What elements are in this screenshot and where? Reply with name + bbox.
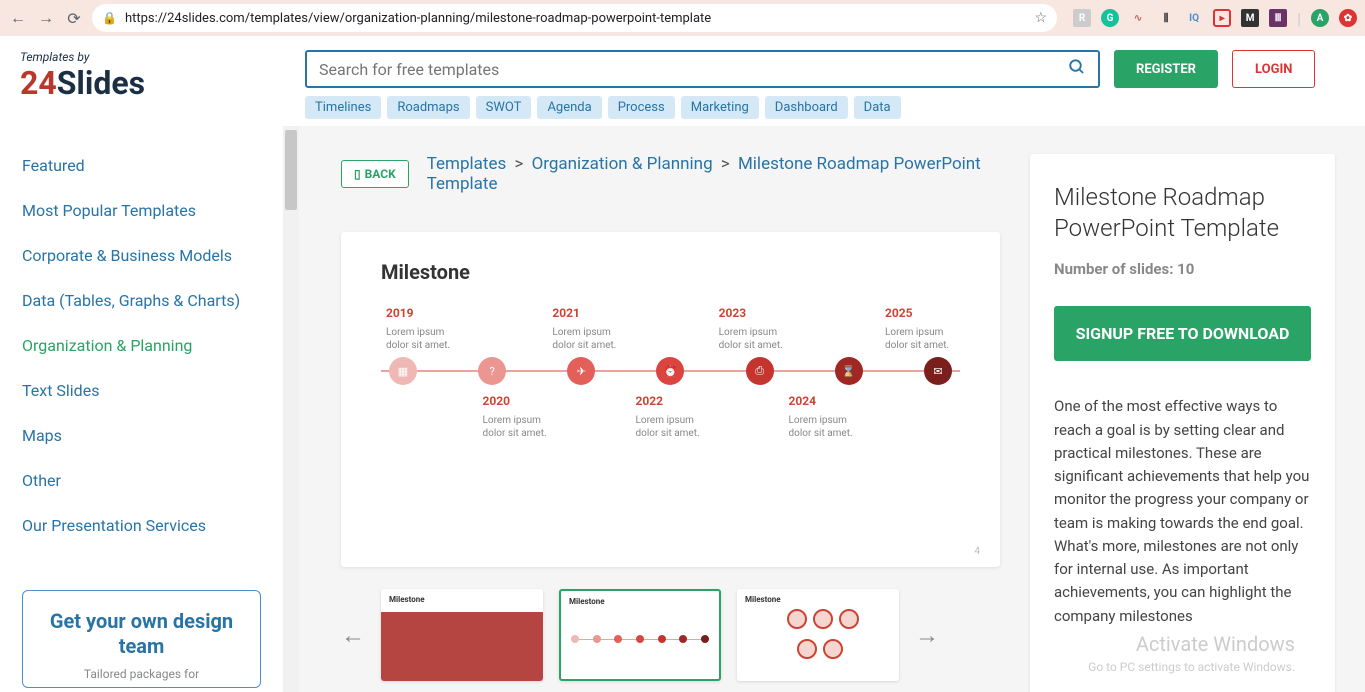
back-nav-icon[interactable]: ← [8,8,28,28]
timeline-item: 2019Lorem ipsum dolor sit amet. [386,306,456,352]
main-content: ▯BACK Templates > Organization & Plannin… [299,126,1365,692]
page-content: Templates by 24Slides REGISTER LOGIN Tim… [0,36,1365,692]
timeline-dot-icon: ✈ [567,357,595,385]
timeline-line: ▦?✈⏰⎙⌛✉ [381,370,960,372]
profile-icon[interactable]: A [1311,9,1329,27]
star-icon[interactable]: ☆ [1035,10,1048,26]
search-icon[interactable] [1068,58,1086,81]
back-button[interactable]: ▯BACK [341,160,409,188]
tag-timelines[interactable]: Timelines [305,96,381,119]
ext-icon[interactable]: ▸ [1213,9,1231,27]
tag-swot[interactable]: SWOT [476,96,532,119]
tag-agenda[interactable]: Agenda [537,96,601,119]
timeline-dot-icon: ⌛ [835,357,863,385]
crumb-templates[interactable]: Templates [427,154,507,174]
timeline-dot-icon: ? [478,357,506,385]
timeline-item: 2022Lorem ipsum dolor sit amet. [636,394,706,440]
breadcrumb-row: ▯BACK Templates > Organization & Plannin… [341,154,1000,194]
back-icon: ▯ [354,167,361,181]
logo[interactable]: Templates by 24Slides [20,50,285,102]
template-title: Milestone Roadmap PowerPoint Template [1054,182,1311,244]
sidebar-item-popular[interactable]: Most Popular Templates [22,201,261,220]
timeline-dot-icon: ✉ [924,357,952,385]
grammarly-icon[interactable]: G [1101,9,1119,27]
sidebar-item-data[interactable]: Data (Tables, Graphs & Charts) [22,291,261,310]
browser-toolbar: ← → ⟳ 🔒 https://24slides.com/templates/v… [0,0,1365,36]
windows-watermark: Activate Windows [1136,632,1295,656]
scroll-thumb[interactable] [285,130,297,210]
reload-icon[interactable]: ⟳ [64,8,84,28]
ext-icon[interactable]: Ⅲ [1269,9,1287,27]
tag-roadmaps[interactable]: Roadmaps [387,96,469,119]
timeline-bottom-row: 2020Lorem ipsum dolor sit amet. 2022Lore… [381,394,960,440]
settings-ext-icon[interactable]: ⫼ [1157,9,1175,27]
signup-download-button[interactable]: SIGNUP FREE TO DOWNLOAD [1054,306,1311,361]
crumb-sep: > [721,154,730,174]
tag-row: Timelines Roadmaps SWOT Agenda Process M… [305,96,1345,119]
login-button[interactable]: LOGIN [1232,50,1315,88]
timeline-dot-icon: ⏰ [656,357,684,385]
timeline-item: 2025Lorem ipsum dolor sit amet. [885,306,955,352]
register-button[interactable]: REGISTER [1114,50,1218,88]
thumbnail-active[interactable]: Milestone [559,589,721,681]
timeline-top-row: 2019Lorem ipsum dolor sit amet. 2021Lore… [381,306,960,352]
thumbnail[interactable]: Milestone [381,589,543,681]
template-description: One of the most effective ways to reach … [1054,395,1311,628]
details-panel: Milestone Roadmap PowerPoint Template Nu… [1030,154,1335,692]
site-header: Templates by 24Slides REGISTER LOGIN Tim… [0,36,1365,126]
url-text: https://24slides.com/templates/view/orga… [125,11,1027,26]
timeline-item: 2020Lorem ipsum dolor sit amet. [483,394,553,440]
separator: | [1297,9,1301,28]
crumb-sep: > [514,154,523,174]
promo-title: Get your own design team [35,609,248,659]
thumbnail-row: ← Milestone Milestone Milestone → [341,589,1000,681]
tag-process[interactable]: Process [608,96,675,119]
timeline-item: 2023Lorem ipsum dolor sit amet. [719,306,789,352]
slide-count: Number of slides: 10 [1054,260,1311,278]
sidebar-item-organization[interactable]: Organization & Planning [22,336,261,355]
sidebar-item-services[interactable]: Our Presentation Services [22,516,261,535]
ext-icon[interactable]: R [1073,9,1091,27]
crumb-category[interactable]: Organization & Planning [532,154,713,174]
search-box[interactable] [305,50,1100,88]
windows-watermark-sub: Go to PC settings to activate Windows. [1088,660,1295,674]
logo-main: 24Slides [20,64,285,102]
lock-icon: 🔒 [102,11,117,25]
thumbnail[interactable]: Milestone [737,589,899,681]
slide-title: Milestone [381,260,960,284]
sidebar: Featured Most Popular Templates Corporat… [0,126,283,692]
timeline-dot-icon: ▦ [389,357,417,385]
breadcrumb: Templates > Organization & Planning > Mi… [427,154,1000,194]
tag-data[interactable]: Data [854,96,901,119]
next-thumb-icon[interactable]: → [915,621,939,650]
ext-icon[interactable]: ∿ [1129,9,1147,27]
sidebar-item-featured[interactable]: Featured [22,156,261,175]
ext-icon[interactable]: IQ [1185,9,1203,27]
slide-page-number: 4 [974,546,980,557]
sidebar-item-maps[interactable]: Maps [22,426,261,445]
timeline-item: 2024Lorem ipsum dolor sit amet. [789,394,859,440]
sidebar-item-text[interactable]: Text Slides [22,381,261,400]
slide-preview: Milestone 2019Lorem ipsum dolor sit amet… [341,232,1000,567]
search-input[interactable] [319,60,1068,79]
sidebar-item-corporate[interactable]: Corporate & Business Models [22,246,261,265]
prev-thumb-icon[interactable]: ← [341,621,365,650]
logo-subtitle: Templates by [20,50,285,64]
timeline-dot-icon: ⎙ [746,357,774,385]
tag-marketing[interactable]: Marketing [681,96,759,119]
sidebar-item-other[interactable]: Other [22,471,261,490]
forward-nav-icon[interactable]: → [36,8,56,28]
ext-icon[interactable]: ✿ [1339,9,1357,27]
sidebar-promo[interactable]: Get your own design team Tailored packag… [22,590,261,688]
promo-subtitle: Tailored packages for [35,667,248,681]
timeline-item: 2021Lorem ipsum dolor sit amet. [552,306,622,352]
address-bar[interactable]: 🔒 https://24slides.com/templates/view/or… [92,4,1057,32]
tag-dashboard[interactable]: Dashboard [765,96,848,119]
extension-icons: R G ∿ ⫼ IQ ▸ M Ⅲ | A ✿ [1065,9,1357,28]
ext-icon[interactable]: M [1241,9,1259,27]
sidebar-scrollbar[interactable] [283,126,299,692]
